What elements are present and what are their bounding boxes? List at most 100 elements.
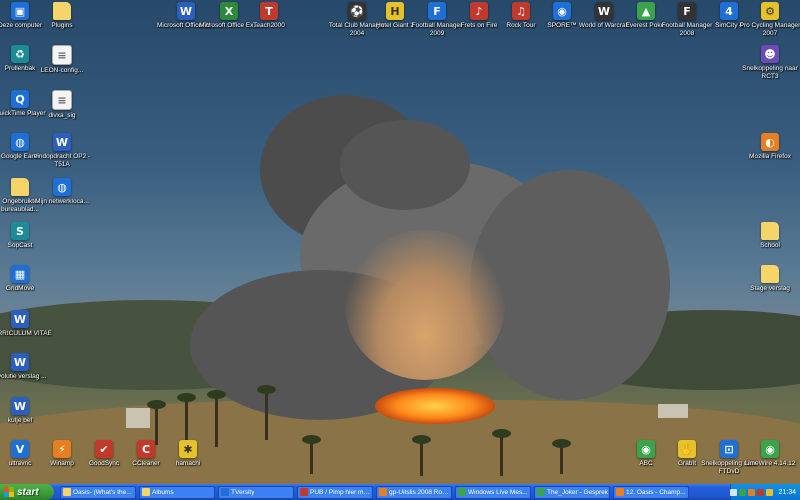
taskbar-button-label: TVersity: [231, 488, 255, 496]
wallpaper-building: [658, 404, 688, 418]
desktop-icon-label: LimeWire 4.14.12: [744, 460, 796, 467]
desktop-icon-label: SopCast: [7, 242, 33, 249]
clock[interactable]: 21:34: [778, 489, 796, 496]
taskbar-button[interactable]: The_Joker - Gesprek: [534, 485, 610, 499]
icon-hamachi-glyph-icon: ✱: [179, 440, 197, 458]
task-app-icon: [458, 488, 466, 496]
desktop-icon-label: Stage verslag: [750, 285, 790, 292]
icon-hamachi[interactable]: ✱ hamachi: [156, 440, 220, 468]
tray-app-icon[interactable]: [739, 488, 747, 496]
desktop-icon-label: Pro Cycling Manager 2007: [739, 22, 800, 37]
desktop-icon-label: divxa_sig: [48, 112, 76, 119]
icon-leon-config-glyph-icon: ≡: [52, 45, 72, 65]
taskbar-button[interactable]: Windows Live Mes...: [455, 485, 531, 499]
icon-football-manager-2008-glyph-icon: F: [678, 2, 696, 20]
desktop-icon-label: kutje bef: [7, 417, 33, 424]
icon-divxa-sig[interactable]: ≡ divxa_sig: [30, 90, 94, 120]
wallpaper-building: [126, 408, 150, 428]
icon-sopcast[interactable]: S SopCast: [0, 222, 52, 250]
icon-school[interactable]: School: [738, 222, 800, 250]
tray-app-icon[interactable]: [730, 488, 738, 496]
icon-stage-verslag-glyph-icon: [761, 265, 779, 283]
taskbar-button-label: 12. Oasis - Champ...: [626, 488, 686, 496]
windows-logo-icon: [4, 487, 14, 497]
tray-app-icon[interactable]: [766, 488, 774, 496]
icon-my-computer-glyph-icon: ▣: [11, 2, 29, 20]
wallpaper-fire-plume: [345, 230, 505, 380]
task-app-icon: [221, 488, 229, 496]
desktop-icon-label: School: [760, 242, 780, 249]
taskbar-button-label: gp-Uitslis 2008 Roo...: [389, 488, 451, 496]
desktop-icon-label: Snelkoppeling naar RCT3: [742, 65, 798, 80]
icon-curriculum-vitae[interactable]: W CURRICULUM VITAE: [0, 310, 52, 338]
icon-eindopdracht[interactable]: Weindopdracht OP2 - T51A: [30, 133, 94, 168]
task-app-icon: [142, 488, 150, 496]
taskbar-button[interactable]: TVersity: [218, 485, 294, 499]
task-app-icon: [616, 488, 624, 496]
icon-limewire-glyph-icon: ◉: [761, 440, 779, 458]
system-tray: 21:34: [730, 484, 800, 500]
icon-world-of-warcraft-glyph-icon: W: [595, 2, 613, 20]
icon-goodsync-glyph-icon: ✔: [95, 440, 113, 458]
icon-teach2000[interactable]: T Teach2000: [237, 2, 301, 30]
icon-school-glyph-icon: [761, 222, 779, 240]
icon-grabit-glyph-icon: ✋: [678, 440, 696, 458]
icon-limewire[interactable]: ◉ LimeWire 4.14.12: [738, 440, 800, 468]
icon-gridmove[interactable]: ▦ GridMove: [0, 265, 52, 293]
icon-winamp-glyph-icon: ⚡: [53, 440, 71, 458]
icon-rct3-shortcut[interactable]: ☻ Snelkoppeling naar RCT3: [738, 45, 800, 80]
icon-football-manager-2009-glyph-icon: F: [428, 2, 446, 20]
desktop-icon-label: CURRICULUM VITAE: [0, 330, 52, 337]
icon-plugins[interactable]: Plugins: [30, 2, 94, 30]
icon-sopcast-glyph-icon: S: [11, 222, 29, 240]
icon-quicktime-glyph-icon: Q: [11, 90, 29, 108]
taskbar-button-label: PUB / Pimp hier me...: [310, 488, 372, 496]
icon-firefox-glyph-icon: ◐: [761, 133, 779, 151]
icon-ms-excel-glyph-icon: X: [220, 2, 238, 20]
icon-recycle-bin-glyph-icon: ♻: [11, 45, 29, 63]
icon-evolutie-verslag-glyph-icon: W: [11, 353, 29, 371]
desktop-icon-label: ABC: [639, 460, 653, 467]
taskbar-button[interactable]: PUB / Pimp hier me...: [297, 485, 373, 499]
icon-rock-tour-glyph-icon: ♫: [512, 2, 530, 20]
desktop-icon-label: eindopdracht OP2 - T51A: [33, 153, 91, 168]
taskbar: start Oasis- (What's the... Albums TVersit…: [0, 484, 800, 500]
desktop-icon-label: Winamp: [50, 460, 74, 467]
wallpaper-palm: [552, 439, 571, 474]
icon-gridmove-glyph-icon: ▦: [11, 265, 29, 283]
taskbar-button[interactable]: Albums: [139, 485, 215, 499]
icon-ms-word-glyph-icon: W: [177, 2, 195, 20]
wallpaper-palm: [177, 393, 196, 446]
icon-leon-config[interactable]: ≡ LEON-config...: [30, 45, 94, 75]
icon-ultravnc-glyph-icon: V: [11, 440, 29, 458]
wallpaper-smoke: [340, 120, 470, 210]
tray-app-icon[interactable]: [757, 488, 765, 496]
taskbar-button[interactable]: Oasis- (What's the...: [60, 485, 136, 499]
icon-kutje-bef[interactable]: Wkutje bef: [0, 397, 52, 425]
wallpaper-palm: [492, 429, 511, 476]
start-button[interactable]: start: [0, 484, 54, 500]
icon-plugins-glyph-icon: [53, 2, 71, 20]
task-app-icon: [63, 488, 71, 496]
icon-firefox[interactable]: ◐ Mozilla Firefox: [738, 133, 800, 161]
wallpaper-fire-core: [375, 388, 495, 424]
wallpaper-palm: [302, 435, 321, 474]
icon-evolutie-verslag[interactable]: W Evolutie verslag ...: [0, 353, 52, 381]
desktop: ▣ Deze computer Plugins W Microsoft Office W…: [0, 0, 800, 484]
icon-everest-poker-glyph-icon: ▲: [637, 2, 655, 20]
taskbar-tasks: Oasis- (What's the... Albums TVersity PUB /…: [60, 485, 692, 499]
task-app-icon: [300, 488, 308, 496]
icon-network-places[interactable]: ◍ Mijn netwerkloca...: [30, 178, 94, 206]
icon-pro-cycling-manager[interactable]: ⚙ Pro Cycling Manager 2007: [738, 2, 800, 37]
tray-app-icon[interactable]: [748, 488, 756, 496]
icon-google-earth-glyph-icon: ◍: [11, 133, 29, 151]
icon-rct3-shortcut-glyph-icon: ☻: [761, 45, 779, 63]
taskbar-button[interactable]: gp-Uitslis 2008 Roo...: [376, 485, 452, 499]
task-app-icon: [379, 488, 387, 496]
icon-curriculum-vitae-glyph-icon: W: [11, 310, 29, 328]
icon-ftdv-shortcut-glyph-icon: ⊡: [720, 440, 738, 458]
icon-stage-verslag[interactable]: Stage verslag: [738, 265, 800, 293]
icon-pro-cycling-manager-glyph-icon: ⚙: [761, 2, 779, 20]
desktop-icon-label: Teach2000: [253, 22, 285, 29]
taskbar-button[interactable]: 12. Oasis - Champ...: [613, 485, 689, 499]
